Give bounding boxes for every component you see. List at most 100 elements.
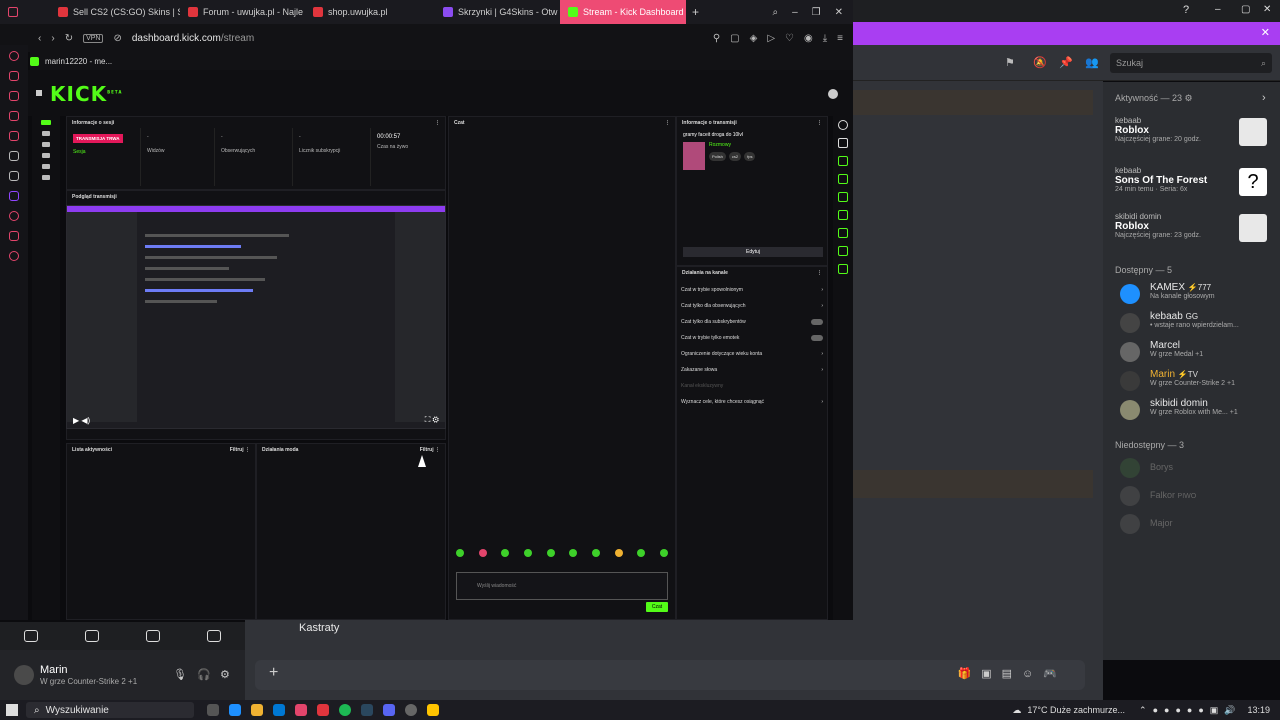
spotify-icon[interactable] xyxy=(339,704,351,716)
chat-send-button[interactable]: Czat xyxy=(646,602,668,612)
quick-action-icon[interactable] xyxy=(838,210,848,220)
emote-icon[interactable] xyxy=(637,549,646,557)
edit-icon[interactable] xyxy=(838,138,848,148)
quick-action-icon[interactable] xyxy=(838,156,848,166)
nav-trophy-icon[interactable] xyxy=(42,142,50,147)
add-attachment-icon[interactable]: + xyxy=(269,664,278,682)
avatar[interactable] xyxy=(1120,400,1140,420)
vpn-icon[interactable] xyxy=(9,151,19,161)
panel-menu-icon[interactable]: ⋮ xyxy=(665,120,670,126)
minimize-button[interactable]: – xyxy=(1215,4,1221,15)
member-item[interactable]: Borys xyxy=(1150,462,1173,472)
action-slow-mode[interactable]: Czat w trybie spowolnionym › xyxy=(677,282,827,298)
action-banned-words[interactable]: Zakazane słowa › xyxy=(677,362,827,378)
opera-logo-icon[interactable] xyxy=(9,51,19,61)
close-button[interactable]: ✕ xyxy=(1263,4,1271,15)
search-tabs-icon[interactable]: ⌕ xyxy=(772,7,778,18)
tab-kick-dashboard[interactable]: Stream - Kick Dashboard xyxy=(560,0,686,24)
panel-menu-icon[interactable]: ⋮ xyxy=(817,120,822,126)
member-item[interactable]: Major xyxy=(1150,518,1173,528)
settings-icon[interactable] xyxy=(9,251,19,261)
emote-icon[interactable] xyxy=(659,549,668,557)
activity-card[interactable]: kebaab Roblox Najczęściej grane: 20 godz… xyxy=(1108,112,1273,158)
mute-icon[interactable]: 🔕 xyxy=(1033,56,1047,69)
tab-g4skins[interactable]: Skrzynki | G4Skins - Otw xyxy=(435,0,560,24)
opera-icon[interactable] xyxy=(295,704,307,716)
pin-icon[interactable]: 📌 xyxy=(1059,56,1073,69)
steam-icon[interactable] xyxy=(361,704,373,716)
antivirus-icon[interactable] xyxy=(317,704,329,716)
play-icon[interactable]: ▷ xyxy=(767,33,775,44)
discord-icon[interactable] xyxy=(383,704,395,716)
profile-avatar[interactable] xyxy=(828,89,838,99)
stream-icon[interactable] xyxy=(23,630,38,642)
arrow-icon[interactable] xyxy=(9,171,19,181)
microphone-icon[interactable]: 🎙 xyxy=(173,668,187,681)
clock-icon[interactable] xyxy=(9,211,19,221)
quick-action-icon[interactable] xyxy=(838,246,848,256)
avatar[interactable] xyxy=(1120,458,1140,478)
info-icon[interactable] xyxy=(838,120,848,130)
filter-button[interactable]: Filtruj xyxy=(230,447,244,453)
back-icon[interactable]: ‹ xyxy=(38,33,41,44)
obs-icon[interactable] xyxy=(405,704,417,716)
nav-stream-icon[interactable] xyxy=(41,120,51,125)
aria-icon[interactable] xyxy=(9,71,19,81)
bag-icon[interactable] xyxy=(9,91,19,101)
search-input[interactable]: Szukaj ⌕ xyxy=(1110,53,1272,73)
tray-icons[interactable]: ⌃●●●●●▣🔊 xyxy=(1139,705,1241,716)
close-banner-icon[interactable]: ✕ xyxy=(1261,26,1270,39)
taskbar-search[interactable]: ⌕ Wyszukiwanie xyxy=(26,702,194,718)
category-name[interactable]: Rozmowy xyxy=(709,142,755,148)
weather-text[interactable]: 17°C Duże zachmurze... xyxy=(1027,705,1125,715)
maximize-button[interactable]: ❐ xyxy=(812,7,821,18)
avatar[interactable] xyxy=(1120,284,1140,304)
quick-action-icon[interactable] xyxy=(838,264,848,274)
twitch-icon[interactable] xyxy=(9,191,19,201)
member-item[interactable]: skibidi domin W grze Roblox with Me... +1 xyxy=(1150,398,1238,416)
tab-shop[interactable]: shop.uwujka.pl xyxy=(305,0,435,24)
bookmark-item[interactable]: marin12220 - me... xyxy=(45,57,112,66)
emote-icon[interactable] xyxy=(591,549,600,557)
panel-menu-icon[interactable]: ⋮ xyxy=(817,270,822,276)
toggle-switch[interactable] xyxy=(811,319,823,325)
nav-user-icon[interactable] xyxy=(42,153,50,158)
outlook-icon[interactable] xyxy=(273,704,285,716)
emote-icon[interactable] xyxy=(523,549,532,557)
snapshot-icon[interactable]: ▢ xyxy=(730,33,739,44)
avatar[interactable] xyxy=(1120,486,1140,506)
hamburger-icon[interactable] xyxy=(36,90,42,96)
member-item[interactable]: Marin ⚡TV W grze Counter-Strike 2 +1 xyxy=(1150,369,1235,387)
member-item[interactable]: KAMEX ⚡777 Na kanale głosowym xyxy=(1150,282,1215,300)
download-icon[interactable]: ⤓ xyxy=(823,33,827,44)
panel-menu-icon[interactable]: ⋮ xyxy=(435,120,440,126)
toggle-switch[interactable] xyxy=(811,335,823,341)
preview-play-icon[interactable]: ▶ ◀) xyxy=(73,416,90,425)
emote-icon[interactable] xyxy=(546,549,555,557)
quick-action-icon[interactable] xyxy=(838,174,848,184)
avatar[interactable] xyxy=(1120,371,1140,391)
quick-action-icon[interactable] xyxy=(838,228,848,238)
action-emote-only[interactable]: Czat w trybie tylko emotek xyxy=(677,330,827,346)
members-icon[interactable]: 👥 xyxy=(1085,56,1099,69)
member-item[interactable]: Marcel W grze Medal +1 xyxy=(1150,340,1203,358)
cube-icon[interactable] xyxy=(9,231,19,241)
member-item[interactable]: Falkor PIWO xyxy=(1150,490,1196,500)
tiles-icon[interactable] xyxy=(9,111,19,121)
nav-users-icon[interactable] xyxy=(42,164,50,169)
close-button[interactable]: ✕ xyxy=(835,7,843,18)
url-field[interactable]: dashboard.kick.com/stream xyxy=(132,33,254,44)
settings-icon[interactable]: ⚙ xyxy=(220,668,230,681)
edge-icon[interactable] xyxy=(229,704,241,716)
emote-icon[interactable] xyxy=(478,549,487,557)
app-icon[interactable] xyxy=(427,704,439,716)
preview-fullscreen-icon[interactable]: ⛶ ⚙ xyxy=(425,415,439,425)
maximize-button[interactable]: ▢ xyxy=(1241,4,1250,15)
browser-menu-icon[interactable] xyxy=(0,0,50,24)
vpn-badge[interactable]: VPN xyxy=(83,33,104,43)
chevron-right-icon[interactable]: › xyxy=(1262,92,1266,104)
heart-icon[interactable]: ♡ xyxy=(785,33,794,44)
rocket-icon[interactable] xyxy=(207,630,222,642)
message-input[interactable]: + 🎁▣▤☺🎮 xyxy=(255,660,1085,690)
nav-calendar-icon[interactable] xyxy=(42,131,50,136)
